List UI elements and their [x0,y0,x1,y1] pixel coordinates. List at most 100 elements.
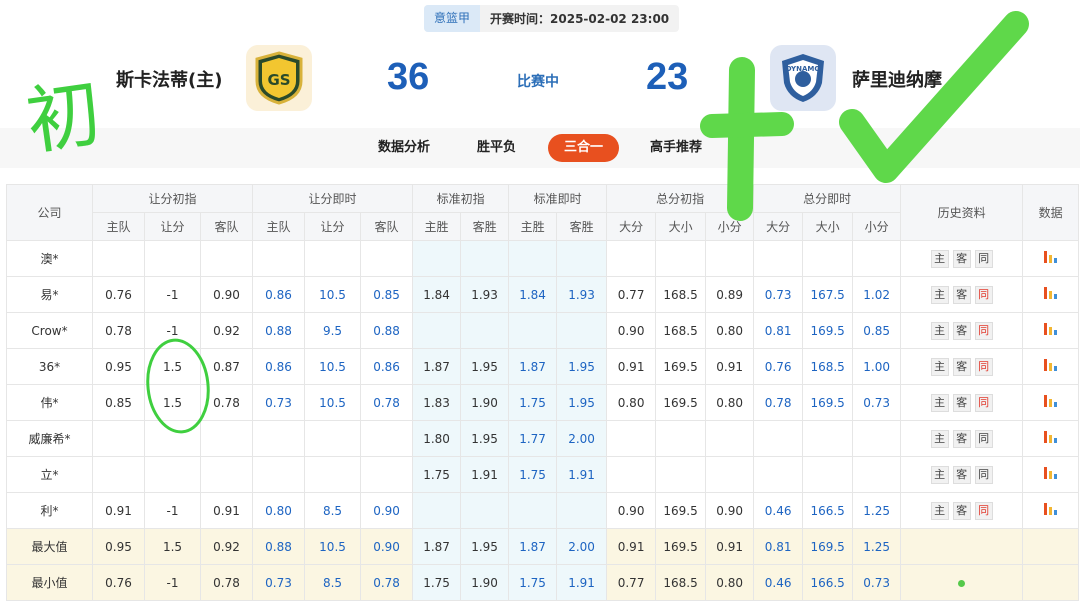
company-cell[interactable]: Crow* [6,312,93,349]
odds-cell [852,420,902,457]
odds-cell: 10.5 [304,276,362,313]
odds-cell [304,420,362,457]
odds-cell: 0.89 [705,276,755,313]
history-away-button[interactable]: 客 [952,357,971,376]
history-buttons: 主客同 [930,249,993,268]
start-time: 开赛时间：2025-02-02 23:00 [490,12,670,26]
odds-cell: 0.90 [199,276,254,313]
history-home-button[interactable]: 主 [930,357,949,376]
history-same-button[interactable]: 同 [974,357,993,376]
odds-cell: 1.91 [460,456,510,493]
history-home-button[interactable]: 主 [930,249,949,268]
away-team-name[interactable]: 萨里迪纳摩 [852,66,942,92]
odds-cell [412,240,462,277]
tab-expert-picks[interactable]: 高手推荐 [638,134,714,162]
odds-cell [144,420,201,457]
odds-cell [508,240,558,277]
odds-cell: 1.95 [556,348,608,385]
history-away-button[interactable]: 客 [952,249,971,268]
history-away-button[interactable]: 客 [952,465,971,484]
history-cell: 主客同 [900,240,1024,277]
history-same-button[interactable]: 同 [974,285,993,304]
data-cell [1022,312,1080,349]
history-away-button[interactable]: 客 [952,501,971,520]
odds-cell: 0.88 [252,312,306,349]
data-cell [1022,384,1080,421]
history-same-button[interactable]: 同 [974,465,993,484]
odds-cell: 0.78 [360,384,414,421]
odds-cell: -1 [144,564,201,601]
company-cell[interactable]: 36* [6,348,93,385]
tab-data-analysis[interactable]: 数据分析 [366,134,442,162]
history-same-button[interactable]: 同 [974,429,993,448]
bar-chart-icon[interactable] [1043,359,1058,371]
tab-three-in-one[interactable]: 三合一 [548,134,620,162]
away-team-logo[interactable]: DYNAMO [770,45,836,111]
history-away-button[interactable]: 客 [952,321,971,340]
history-home-button[interactable]: 主 [930,501,949,520]
odds-cell: 0.95 [92,528,145,565]
odds-cell: 1.95 [460,420,510,457]
company-cell[interactable]: 伟* [6,384,93,421]
company-cell[interactable]: 威廉希* [6,420,93,457]
odds-cell: 0.76 [753,348,804,385]
company-cell[interactable]: 利* [6,492,93,529]
odds-cell: 0.73 [852,384,902,421]
odds-cell: 0.86 [360,348,414,385]
history-cell: 主客同 [900,456,1024,493]
company-cell: 最大值 [6,528,93,565]
history-cell [900,564,1024,601]
odds-cell: -1 [144,492,201,529]
history-home-button[interactable]: 主 [930,321,949,340]
odds-cell [199,456,254,493]
odds-cell: 0.90 [360,492,414,529]
history-home-button[interactable]: 主 [930,465,949,484]
history-home-button[interactable]: 主 [930,429,949,448]
history-away-button[interactable]: 客 [952,393,971,412]
sub-header-cell: 小分 [705,212,755,241]
col-history: 历史资料 [900,184,1024,241]
bar-chart-icon[interactable] [1043,503,1058,515]
data-cell [1022,348,1080,385]
league-tag[interactable]: 意篮甲 [424,5,481,32]
odds-cell: 0.77 [606,564,657,601]
bar-chart-icon[interactable] [1043,395,1058,407]
tab-bar: 数据分析 胜平负 三合一 高手推荐 [0,128,1080,168]
odds-cell: 169.5 [655,384,707,421]
history-away-button[interactable]: 客 [952,285,971,304]
odds-cell [460,492,510,529]
odds-cell: 1.87 [412,348,462,385]
company-cell[interactable]: 易* [6,276,93,313]
history-same-button[interactable]: 同 [974,501,993,520]
odds-cell [508,312,558,349]
history-same-button[interactable]: 同 [974,393,993,412]
odds-cell: 0.92 [199,528,254,565]
company-cell[interactable]: 澳* [6,240,93,277]
bar-chart-icon[interactable] [1043,467,1058,479]
odds-cell: 0.80 [705,384,755,421]
home-team-logo[interactable]: GS [246,45,312,111]
odds-cell: 0.90 [705,492,755,529]
bar-chart-icon[interactable] [1043,251,1058,263]
history-away-button[interactable]: 客 [952,429,971,448]
tab-win-draw-lose[interactable]: 胜平负 [465,134,528,162]
sub-header-cell: 大分 [606,212,657,241]
odds-cell [252,456,306,493]
history-home-button[interactable]: 主 [930,393,949,412]
company-cell[interactable]: 立* [6,456,93,493]
odds-cell: 0.86 [252,348,306,385]
bar-chart-icon[interactable] [1043,323,1058,335]
history-buttons: 主客同 [930,393,993,412]
odds-cell: 0.81 [753,312,804,349]
history-buttons: 主客同 [930,429,993,448]
odds-cell: 168.5 [655,312,707,349]
header-row-groups: 公司 让分初指 让分即时 标准初指 标准即时 总分初指 总分即时 历史资料 数据 [6,184,1080,241]
history-home-button[interactable]: 主 [930,285,949,304]
history-same-button[interactable]: 同 [974,321,993,340]
history-buttons: 主客同 [930,465,993,484]
home-team-name[interactable]: 斯卡法蒂(主) [116,66,222,92]
history-same-button[interactable]: 同 [974,249,993,268]
bar-chart-icon[interactable] [1043,431,1058,443]
bar-chart-icon[interactable] [1043,287,1058,299]
odds-cell: 10.5 [304,384,362,421]
